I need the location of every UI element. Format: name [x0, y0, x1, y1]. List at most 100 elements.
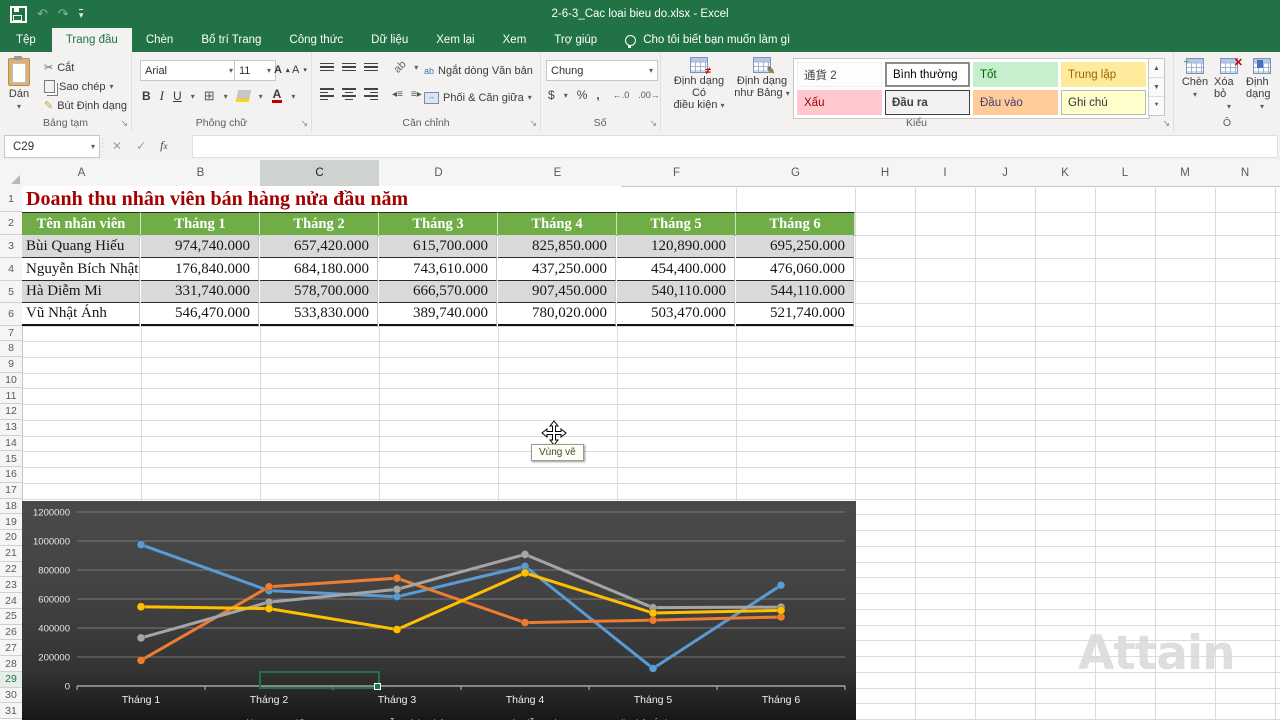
tab-xem-lại[interactable]: Xem lại [422, 28, 488, 52]
row-header-1[interactable]: 1 [0, 186, 23, 212]
data-point[interactable] [777, 606, 785, 614]
row-header-19[interactable]: 19 [0, 514, 23, 530]
cell-A4[interactable]: Nguyễn Bích Nhật [22, 258, 140, 281]
row-header-24[interactable]: 24 [0, 593, 23, 609]
column-header-N[interactable]: N [1215, 160, 1276, 187]
sheet-title-cell[interactable]: Doanh thu nhân viên bán hàng nửa đầu năm [22, 186, 621, 212]
data-point[interactable] [137, 656, 145, 664]
undo-icon[interactable]: ↶ [37, 5, 48, 23]
align-center-icon[interactable] [342, 88, 356, 100]
column-header-M[interactable]: M [1155, 160, 1216, 187]
cell-C3[interactable]: 657,420.000 [260, 235, 378, 258]
decrease-indent-icon[interactable]: ◂≡ [392, 89, 403, 100]
cell-C4[interactable]: 684,180.000 [260, 258, 378, 281]
gallery-scroll-down-icon[interactable]: ▼ [1149, 78, 1164, 97]
align-middle-icon[interactable] [342, 63, 356, 72]
comma-style-icon[interactable]: , [596, 88, 599, 102]
number-format-combo[interactable]: Chung▾ [546, 60, 658, 81]
row-header-13[interactable]: 13 [0, 420, 23, 436]
row-header-9[interactable]: 9 [0, 357, 23, 373]
insert-cells-button[interactable]: ← Chèn ▾ [1180, 58, 1210, 99]
insert-function-icon[interactable]: fx [160, 138, 167, 153]
row-header-16[interactable]: 16 [0, 467, 23, 483]
format-cells-button[interactable]: Định dạng ▾ [1246, 58, 1278, 111]
underline-button[interactable]: U [173, 89, 182, 103]
row-header-10[interactable]: 10 [0, 373, 23, 389]
gallery-scroll-up-icon[interactable]: ▲ [1149, 59, 1164, 78]
cell-G6[interactable]: 521,740.000 [736, 303, 854, 326]
row-header-29[interactable]: 29 [0, 672, 24, 688]
style-通貨-2[interactable]: 通貨 2 [797, 62, 882, 87]
gallery-more-icon[interactable]: ⯆ [1149, 97, 1164, 115]
data-point[interactable] [137, 541, 145, 549]
column-header-F[interactable]: F [617, 160, 737, 187]
tab-tệp[interactable]: Tệp [0, 28, 52, 52]
increase-decimal-icon[interactable]: ←.0 [613, 90, 630, 100]
data-point[interactable] [521, 550, 529, 558]
data-point[interactable] [137, 603, 145, 611]
align-left-icon[interactable] [320, 88, 334, 100]
delete-cells-button[interactable]: ✕ Xóa bỏ ▾ [1214, 58, 1244, 111]
fill-color-icon[interactable] [235, 90, 251, 102]
format-as-table-button[interactable]: ✎ Định dạngnhư Bảng ▾ [734, 57, 790, 100]
data-point[interactable] [393, 574, 401, 582]
font-size-combo[interactable]: 11▾ [234, 60, 276, 81]
column-header-I[interactable]: I [915, 160, 976, 187]
cell-B5[interactable]: 331,740.000 [141, 281, 259, 303]
style-ghi-chú[interactable]: Ghi chú [1061, 90, 1146, 115]
tell-me-box[interactable]: Cho tôi biết bạn muốn làm gì [625, 28, 790, 52]
cell-A5[interactable]: Hà Diễm Mi [22, 281, 140, 303]
merge-center-button[interactable]: ↔ Phối & Căn giữa▾ [424, 89, 532, 106]
dialog-launcher-icon[interactable]: ↘ [1162, 119, 1170, 128]
cell-G4[interactable]: 476,060.000 [736, 258, 854, 281]
select-all-corner[interactable] [0, 160, 23, 187]
row-header-21[interactable]: 21 [0, 546, 23, 562]
column-header-D[interactable]: D [379, 160, 499, 187]
table-header-month-6[interactable]: Tháng 6 [736, 212, 855, 236]
column-header-C[interactable]: C [260, 160, 380, 188]
table-header-name[interactable]: Tên nhân viên [22, 212, 141, 236]
increase-font-button[interactable]: A▴ [274, 61, 289, 78]
row-header-25[interactable]: 25 [0, 609, 23, 625]
table-header-month-3[interactable]: Tháng 3 [379, 212, 498, 236]
cancel-icon[interactable]: ✕ [112, 139, 122, 153]
row-header-28[interactable]: 28 [0, 656, 23, 672]
italic-button[interactable]: I [160, 88, 164, 104]
row-header-23[interactable]: 23 [0, 577, 23, 593]
cell-B4[interactable]: 176,840.000 [141, 258, 259, 281]
cell-F6[interactable]: 503,470.000 [617, 303, 735, 326]
cell-E3[interactable]: 825,850.000 [498, 235, 616, 258]
align-top-icon[interactable] [320, 63, 334, 72]
column-header-E[interactable]: E [498, 160, 618, 187]
row-header-27[interactable]: 27 [0, 640, 23, 656]
table-header-month-5[interactable]: Tháng 5 [617, 212, 736, 236]
row-header-12[interactable]: 12 [0, 404, 23, 420]
data-point[interactable] [265, 583, 273, 591]
row-header-17[interactable]: 17 [0, 483, 23, 499]
cell-B3[interactable]: 974,740.000 [141, 235, 259, 258]
percent-style-icon[interactable]: % [577, 88, 588, 102]
cell-E6[interactable]: 780,020.000 [498, 303, 616, 326]
cell-G3[interactable]: 695,250.000 [736, 235, 854, 258]
row-header-6[interactable]: 6 [0, 303, 23, 326]
style-xấu[interactable]: Xấu [797, 90, 882, 115]
row-header-5[interactable]: 5 [0, 281, 23, 303]
copy-button[interactable]: Sao chép▾ [44, 78, 127, 95]
cell-E5[interactable]: 907,450.000 [498, 281, 616, 303]
data-point[interactable] [649, 609, 657, 617]
row-header-20[interactable]: 20 [0, 530, 23, 546]
series-line-Hà Diễm Mi[interactable] [141, 554, 781, 637]
row-header-18[interactable]: 18 [0, 499, 23, 515]
wrap-text-button[interactable]: abNgắt dòng Văn bản [424, 62, 533, 79]
cell-D5[interactable]: 666,570.000 [379, 281, 497, 303]
enter-icon[interactable]: ✓ [136, 139, 146, 153]
data-point[interactable] [521, 619, 529, 627]
format-painter-button[interactable]: ✎Bút Định dạng [44, 97, 127, 114]
row-header-22[interactable]: 22 [0, 562, 23, 578]
dialog-launcher-icon[interactable]: ↘ [649, 119, 657, 128]
data-point[interactable] [393, 625, 401, 633]
tab-công-thức[interactable]: Công thức [275, 28, 357, 52]
increase-indent-icon[interactable]: ≡▸ [411, 89, 422, 100]
style-bình-thường[interactable]: Bình thường [885, 62, 970, 87]
column-header-L[interactable]: L [1095, 160, 1156, 187]
